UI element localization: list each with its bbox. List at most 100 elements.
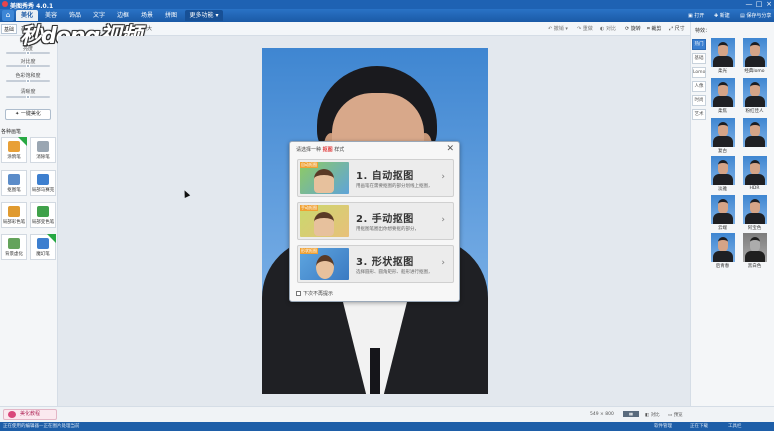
effects-title: 特效： <box>695 28 711 34</box>
effect-hdr[interactable]: HDR <box>741 156 768 194</box>
effects-tab-portrait[interactable]: 人像 <box>692 81 706 92</box>
app-logo-icon <box>2 1 8 7</box>
thumbnail-person <box>316 255 334 279</box>
option-title: 2. 手动抠图 <box>356 214 414 225</box>
taskbar-item-toolbar[interactable]: 工具栏 <box>728 423 742 429</box>
tab-more-features[interactable]: 更多功能 ▾ <box>185 10 223 21</box>
auto-cutout-option[interactable]: 自动抠图 1. 自动抠图 用画笔在需要抠图的部分划线上抠图， › <box>297 159 454 197</box>
slider-label-sharpness: 清晰度 <box>20 89 36 95</box>
brush-section-label: 各种画笔 <box>1 129 22 135</box>
manual-cutout-option[interactable]: 手动抠图 2. 手动抠图 用抠图笔圈出你想要抠的部分， › <box>297 202 454 240</box>
background-blur-tool[interactable]: 背景虚化 <box>1 234 27 260</box>
dialog-title: 请选择一种 抠图 样式 <box>296 147 345 153</box>
recolor-pen-tool[interactable]: 局部变色笔 <box>30 202 56 228</box>
system-taskbar: 正在使用的编辑器—正在图片处理当前 软件管理 正在下载 工具栏 <box>0 422 774 431</box>
tool-label: 消除笔 <box>36 155 50 160</box>
cutout-icon <box>8 174 20 185</box>
checkbox-box[interactable] <box>296 291 301 296</box>
cutout-style-dialog: 请选择一种 抠图 样式 ✕ 自动抠图 1. 自动抠图 用画笔在需要抠图的部分划线… <box>289 141 460 302</box>
effect-thumbnail <box>710 78 735 107</box>
magic-pen-tool[interactable]: 魔幻笔 <box>30 234 56 260</box>
option-title: 1. 自动抠图 <box>356 171 414 182</box>
status-bar: 美化教程 549 × 800 ▮▮ ◧ 对比 ▭ 预览 <box>0 406 774 422</box>
option-tag: 手动抠图 <box>300 205 318 211</box>
new-badge-icon <box>47 234 56 243</box>
tool-label: 局部彩色笔 <box>2 220 26 225</box>
minimize-button[interactable]: — <box>744 0 754 9</box>
option-tag: 形状抠图 <box>300 248 318 254</box>
dont-show-again-checkbox[interactable]: 下次不再提示 <box>296 290 333 297</box>
effect-label: 云端 <box>718 226 727 231</box>
effect-thumbnail <box>742 156 767 185</box>
open-button[interactable]: ▣ 打开 <box>688 11 704 21</box>
effect-thumbnail <box>710 118 735 147</box>
effects-panel: 特效： 热门 基础 Lomo 人像 时尚 艺术 柔光 经典lomo 柔焦 粉红佳… <box>690 22 774 406</box>
compare-button[interactable]: ◐ 对比 <box>600 25 616 32</box>
close-window-button[interactable]: × <box>764 0 774 9</box>
effects-tab-basic[interactable]: 基础 <box>692 53 706 64</box>
rotate-button[interactable]: ⟳ 旋转 <box>625 25 641 32</box>
subtab-basic[interactable]: 基础 <box>1 24 18 34</box>
resize-button[interactable]: ⤢ 尺寸 <box>669 25 685 32</box>
tool-label: 背景虚化 <box>5 252 23 257</box>
saturation-slider[interactable] <box>6 79 50 83</box>
one-key-beautify-button[interactable]: ✦ 一键美化 <box>5 109 51 120</box>
effect-thumbnail <box>710 195 735 224</box>
color-brush-tool[interactable]: 局部彩色笔 <box>1 202 27 228</box>
effect-vintage[interactable]: 复古 <box>709 118 736 156</box>
tool-label: 局部马赛克 <box>31 188 55 193</box>
crop-button[interactable]: ⌗ 裁剪 <box>647 25 661 32</box>
compare-toggle[interactable]: ◧ 对比 <box>645 412 660 418</box>
option-title: 3. 形状抠图 <box>356 257 414 268</box>
save-share-button[interactable]: ▤ 保存与分享 <box>740 11 771 21</box>
blur-bg-icon <box>8 238 20 249</box>
taskbar-status-text: 正在使用的编辑器—正在图片处理当前 <box>3 424 80 429</box>
contrast-slider-knob[interactable] <box>26 64 30 68</box>
saturation-slider-knob[interactable] <box>26 79 30 83</box>
effect-classic-lomo[interactable]: 经典lomo <box>741 38 768 76</box>
sharpness-slider[interactable] <box>6 95 50 99</box>
mosaic-tool[interactable]: 局部马赛克 <box>30 170 56 196</box>
tab-collage[interactable]: 拼图 <box>160 10 182 21</box>
effect-label: 黑白色 <box>747 264 762 269</box>
cutout-pen-tool[interactable]: 抠图笔 <box>1 170 27 196</box>
effect-label: 粉红佳人 <box>745 109 764 114</box>
taskbar-item-software[interactable]: 软件管理 <box>654 423 672 429</box>
effects-tab-fashion[interactable]: 时尚 <box>692 95 706 106</box>
effect-black-white[interactable]: 黑白色 <box>741 233 768 271</box>
title-bar: 美图秀秀 4.0.1 — □ × <box>0 0 774 10</box>
effects-tab-lomo[interactable]: Lomo <box>692 67 706 78</box>
shape-cutout-option[interactable]: 形状抠图 3. 形状抠图 选择圆形、圆角矩形、船形进行抠图， › <box>297 245 454 283</box>
option-tag: 自动抠图 <box>300 162 318 168</box>
effect-abao-color[interactable]: 阿宝色 <box>741 195 768 233</box>
beautify-tutorial-button[interactable]: 美化教程 <box>3 409 57 420</box>
doodle-pen-tool[interactable]: 涂鸦笔 <box>1 137 27 163</box>
eraser-icon <box>37 141 49 152</box>
effect-elegant[interactable]: 淡雅 <box>709 156 736 194</box>
effect-label: 后青春 <box>715 264 730 269</box>
effect-pink-lady[interactable]: 粉红佳人 <box>741 78 768 116</box>
home-icon[interactable]: ⌂ <box>2 10 14 21</box>
effect-soft-focus[interactable]: 柔焦 <box>709 78 736 116</box>
effect-unnamed[interactable] <box>741 118 768 156</box>
redo-button[interactable]: ↷ 重做 <box>577 25 593 32</box>
close-icon[interactable]: ✕ <box>446 144 454 154</box>
auto-cutout-thumbnail: 自动抠图 <box>300 162 349 194</box>
sharpness-slider-knob[interactable] <box>26 95 30 99</box>
effect-post-youth[interactable]: 后青春 <box>709 233 736 271</box>
contrast-slider[interactable] <box>6 64 50 68</box>
preview-toggle[interactable]: ▭ 预览 <box>668 412 683 418</box>
undo-button[interactable]: ↶ 撤销 ▾ <box>548 25 568 32</box>
effect-thumbnail <box>742 195 767 224</box>
effect-soft-light[interactable]: 柔光 <box>709 38 736 76</box>
new-button[interactable]: ✚ 新建 <box>714 11 730 21</box>
effects-tab-art[interactable]: 艺术 <box>692 109 706 120</box>
effect-cloud[interactable]: 云端 <box>709 195 736 233</box>
effect-thumbnail <box>742 118 767 147</box>
compare-badge-icon[interactable]: ▮▮ <box>623 411 639 417</box>
effect-label: 柔光 <box>718 69 727 74</box>
maximize-button[interactable]: □ <box>754 0 764 9</box>
taskbar-item-download[interactable]: 正在下载 <box>690 423 708 429</box>
effects-tab-hot[interactable]: 热门 <box>692 39 706 50</box>
eraser-pen-tool[interactable]: 消除笔 <box>30 137 56 163</box>
